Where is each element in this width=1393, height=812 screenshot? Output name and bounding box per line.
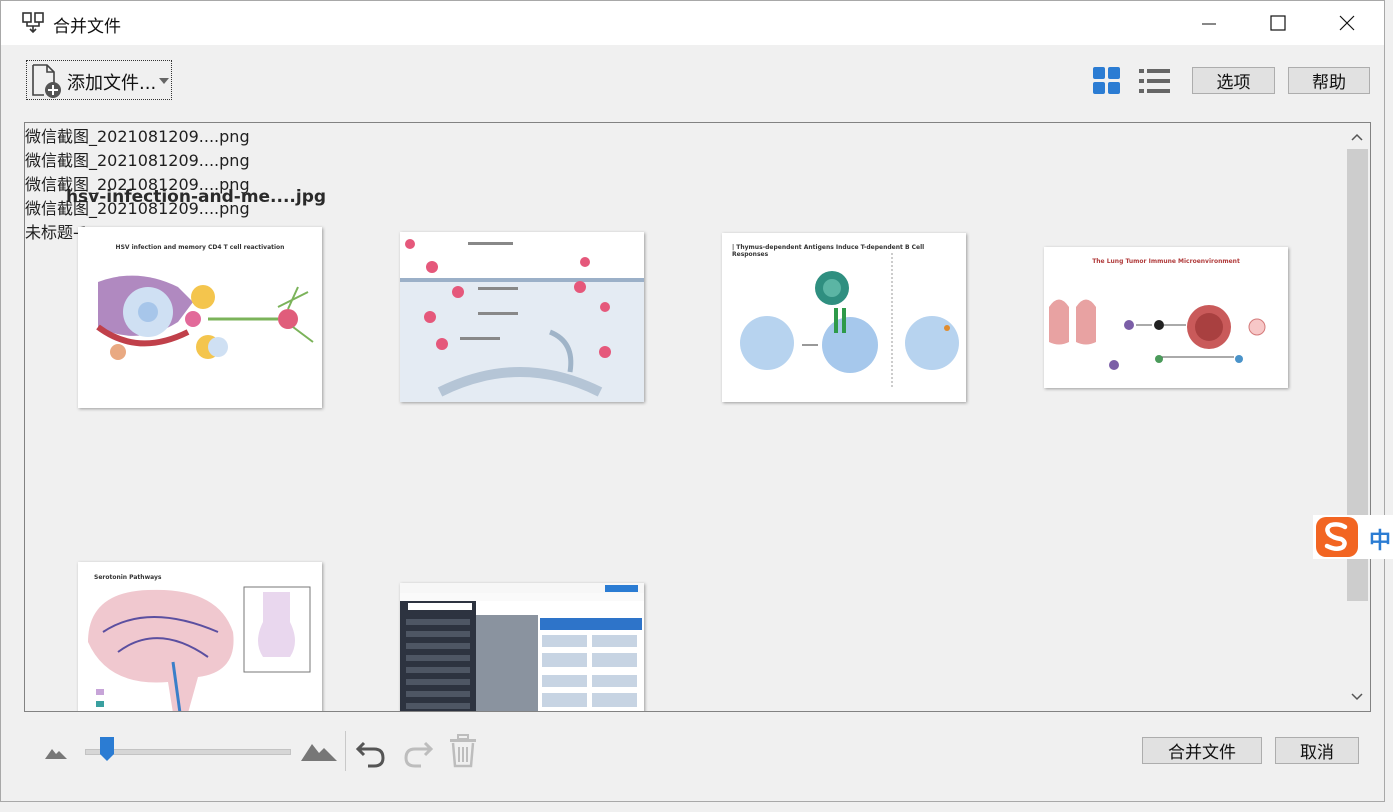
grid-view-icon[interactable] bbox=[1093, 67, 1121, 95]
add-file-icon bbox=[32, 64, 61, 98]
list-view-icon[interactable] bbox=[1139, 67, 1171, 95]
thumbnail-title: The Lung Tumor Immune Microenvironment bbox=[1092, 258, 1240, 265]
help-button[interactable]: 帮助 bbox=[1288, 67, 1370, 94]
add-files-label: 添加文件... bbox=[67, 73, 157, 94]
file-thumbnail[interactable]: | Thymus-dependent Antigens Induce T-dep… bbox=[722, 233, 966, 402]
file-tile[interactable]: 微信截图_2021081209....png bbox=[25, 123, 1370, 402]
scroll-up-button[interactable] bbox=[1344, 127, 1370, 147]
ime-indicator[interactable]: 中 bbox=[1313, 515, 1393, 559]
file-name: 微信截图_2021081209....png bbox=[25, 151, 250, 170]
chevron-down-icon[interactable] bbox=[159, 78, 169, 84]
zoom-in-mountain-icon[interactable] bbox=[301, 739, 337, 761]
thumbnail-title: HSV infection and memory CD4 T cell reac… bbox=[115, 244, 285, 251]
undo-icon[interactable] bbox=[354, 734, 388, 768]
minimize-icon bbox=[1202, 23, 1216, 25]
thumbnail-illustration bbox=[96, 275, 314, 360]
file-thumbnail[interactable] bbox=[400, 232, 644, 402]
options-button[interactable]: 选项 bbox=[1192, 67, 1275, 94]
vertical-scrollbar[interactable] bbox=[1344, 123, 1370, 711]
merge-app-icon bbox=[22, 12, 44, 34]
thumbnail-illustration bbox=[740, 253, 959, 388]
maximize-button[interactable] bbox=[1255, 1, 1301, 45]
merge-files-dialog: 合并文件 添加文件... 选项 帮助 hsv-infection-and-me.… bbox=[0, 0, 1385, 802]
close-icon bbox=[1339, 15, 1355, 31]
file-name: 微信截图_2021081209....png bbox=[25, 127, 250, 146]
file-thumbnail[interactable]: HSV infection and memory CD4 T cell reac… bbox=[78, 227, 322, 408]
title-bar: 合并文件 bbox=[1, 1, 1384, 45]
thumbnail-illustration bbox=[400, 583, 644, 711]
maximize-icon bbox=[1270, 15, 1286, 31]
thumbnail-illustration bbox=[400, 239, 644, 402]
merge-files-button[interactable]: 合并文件 bbox=[1142, 737, 1262, 764]
file-name: hsv-infection-and-me....jpg bbox=[65, 187, 327, 207]
thumbnail-title: Serotonin Pathways bbox=[94, 574, 162, 581]
redo-icon[interactable] bbox=[401, 734, 435, 768]
window-title: 合并文件 bbox=[53, 17, 121, 37]
thumbnail-title: | Thymus-dependent Antigens Induce T-dep… bbox=[732, 244, 925, 258]
file-tile[interactable]: 微信截图_2021081209....png | Thymus-dependen… bbox=[25, 147, 1370, 402]
delete-trash-icon[interactable] bbox=[447, 734, 479, 768]
minimize-button[interactable] bbox=[1186, 1, 1232, 45]
scroll-down-button[interactable] bbox=[1344, 687, 1370, 707]
add-files-button[interactable]: 添加文件... bbox=[26, 60, 172, 100]
file-grid-panel[interactable]: hsv-infection-and-me....jpg HSV infectio… bbox=[24, 122, 1371, 712]
chevron-up-icon bbox=[1351, 133, 1363, 141]
zoom-slider-thumb[interactable] bbox=[100, 737, 115, 761]
ime-mode-label: 中 bbox=[1369, 529, 1392, 554]
file-thumbnail[interactable]: The Lung Tumor Immune Microenvironment bbox=[1044, 247, 1288, 388]
close-button[interactable] bbox=[1324, 1, 1370, 45]
toolbar-separator bbox=[345, 731, 346, 771]
zoom-out-mountain-icon[interactable] bbox=[45, 745, 67, 759]
file-thumbnail[interactable] bbox=[400, 583, 644, 711]
thumbnail-illustration bbox=[88, 586, 311, 711]
file-thumbnail[interactable]: Serotonin Pathways bbox=[78, 562, 322, 711]
chevron-down-icon bbox=[1351, 693, 1363, 701]
cancel-button[interactable]: 取消 bbox=[1275, 737, 1359, 764]
zoom-slider-track[interactable] bbox=[85, 749, 291, 755]
thumbnail-illustration bbox=[1049, 299, 1266, 370]
